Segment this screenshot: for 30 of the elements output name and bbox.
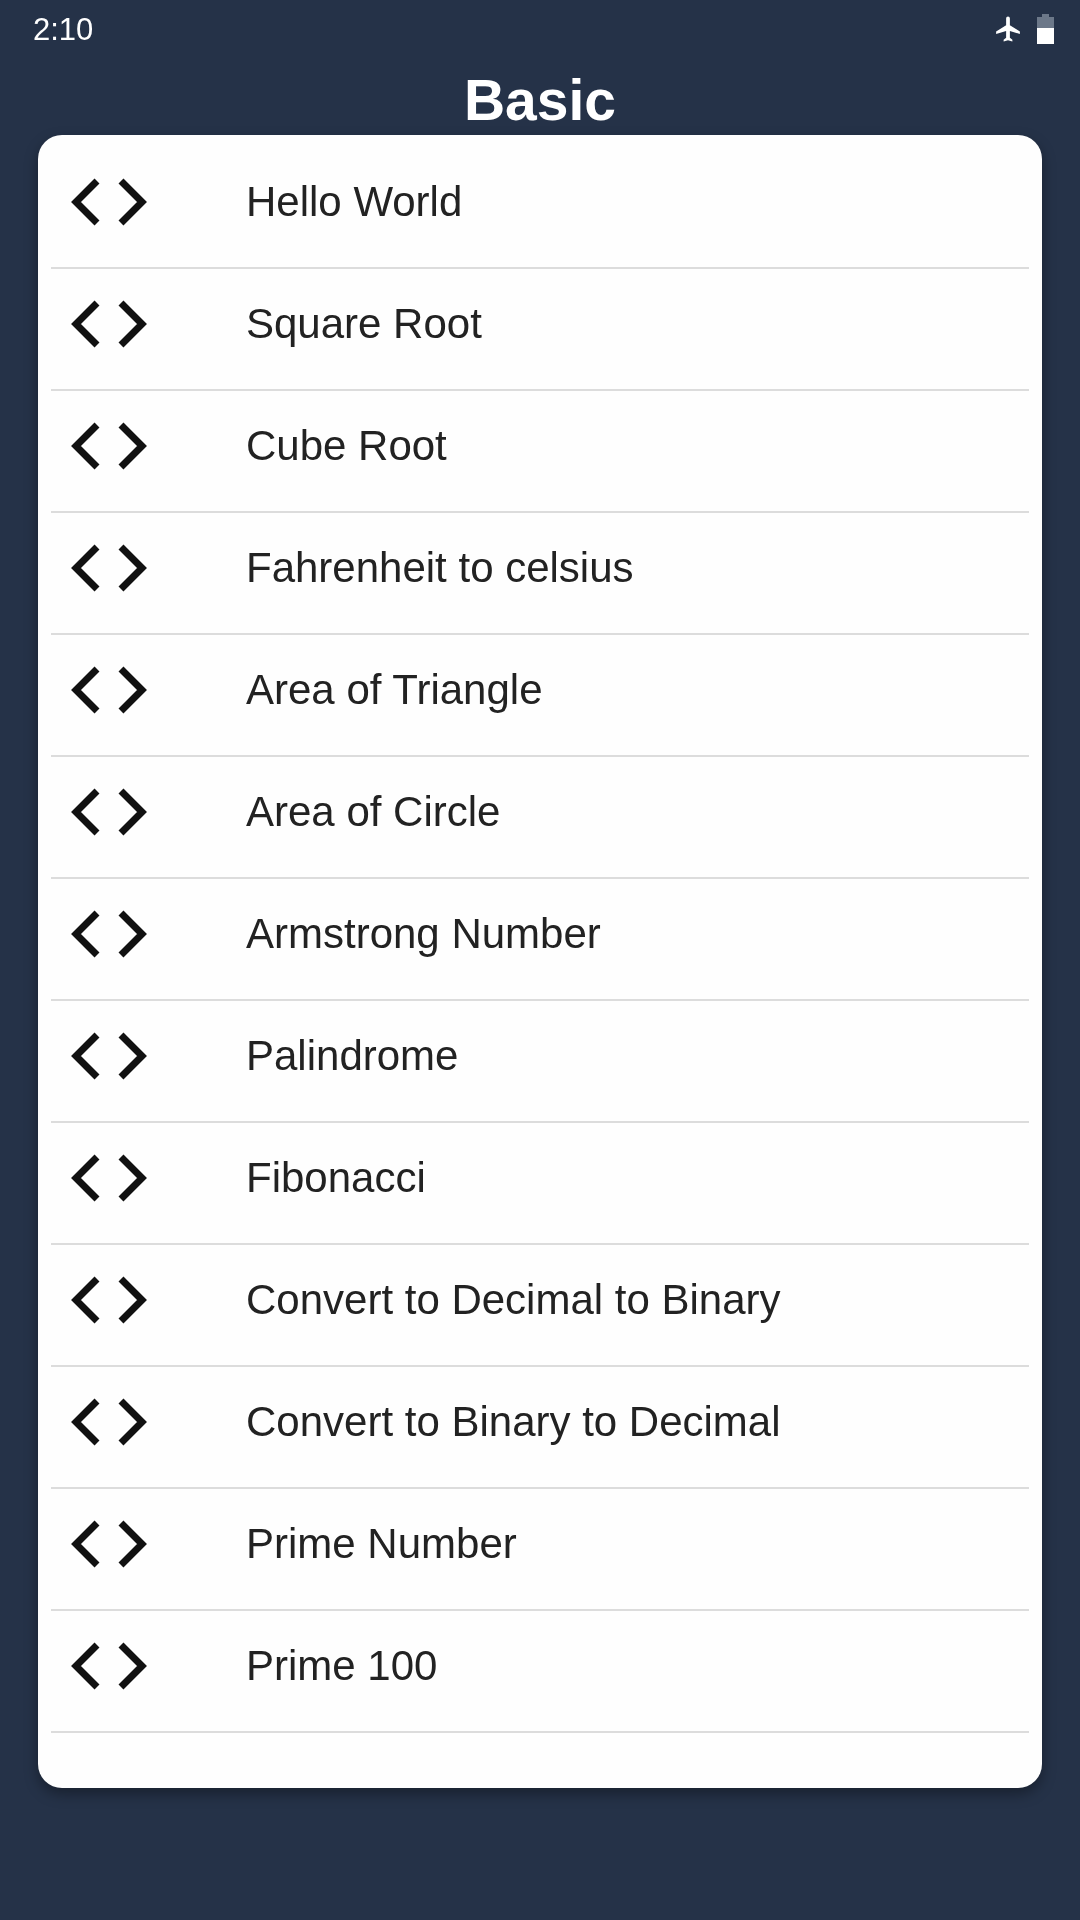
list-item[interactable]: Prime Number: [51, 1489, 1029, 1611]
list-item[interactable]: Hello World: [51, 147, 1029, 269]
list-item[interactable]: Armstrong Number: [51, 879, 1029, 1001]
list-item[interactable]: Fibonacci: [51, 1123, 1029, 1245]
list-item[interactable]: Convert to Binary to Decimal: [51, 1367, 1029, 1489]
code-icon: [70, 788, 148, 836]
list-item[interactable]: Area of Circle: [51, 757, 1029, 879]
list-item[interactable]: Square Root: [51, 269, 1029, 391]
code-icon: [70, 1276, 148, 1324]
code-icon: [70, 910, 148, 958]
code-icon: [70, 300, 148, 348]
code-icon: [70, 1398, 148, 1446]
list-item[interactable]: Prime 100: [51, 1611, 1029, 1733]
list-item[interactable]: Area of Triangle: [51, 635, 1029, 757]
airplane-icon: [993, 14, 1023, 44]
screen-title: Basic: [463, 67, 617, 123]
battery-icon: [1037, 14, 1054, 44]
list-item[interactable]: Fahrenheit to celsius: [51, 513, 1029, 635]
code-icon: [70, 422, 148, 470]
list-item[interactable]: Palindrome: [51, 1001, 1029, 1123]
code-icon: [70, 666, 148, 714]
code-icon: [70, 1520, 148, 1568]
code-icon: [70, 1642, 148, 1690]
list-item[interactable]: Convert to Decimal to Binary: [51, 1245, 1029, 1367]
list-item[interactable]: Cube Root: [51, 391, 1029, 513]
code-icon: [70, 178, 148, 226]
status-time: 2:10: [33, 13, 94, 45]
code-icon: [70, 1032, 148, 1080]
code-icon: [70, 544, 148, 592]
code-icon: [70, 1154, 148, 1202]
